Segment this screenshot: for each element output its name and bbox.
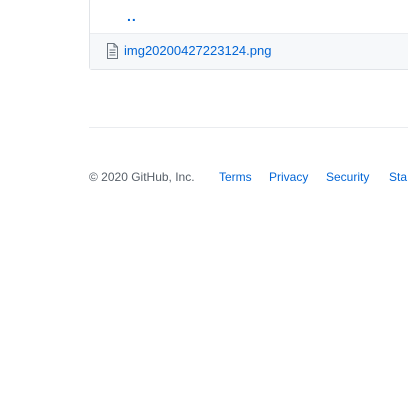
parent-directory-row: .. [90, 0, 408, 34]
file-icon [107, 43, 118, 59]
file-row[interactable]: img20200427223124.png [90, 34, 408, 69]
footer-divider [89, 127, 408, 128]
footer-link-privacy[interactable]: Privacy [269, 170, 308, 184]
page: .. img20200427223124.png © 2020 GitHub, … [0, 0, 408, 414]
footer-link-terms[interactable]: Terms [219, 170, 252, 184]
footer-link-security[interactable]: Security [326, 170, 369, 184]
file-link[interactable]: img20200427223124.png [124, 43, 271, 58]
parent-directory-link[interactable]: .. [127, 8, 137, 24]
file-list: .. img20200427223124.png [89, 0, 408, 70]
footer-link-status[interactable]: Sta [389, 170, 407, 184]
footer-copyright: © 2020 GitHub, Inc. [89, 170, 195, 184]
footer: © 2020 GitHub, Inc. Terms Privacy Securi… [89, 170, 408, 186]
